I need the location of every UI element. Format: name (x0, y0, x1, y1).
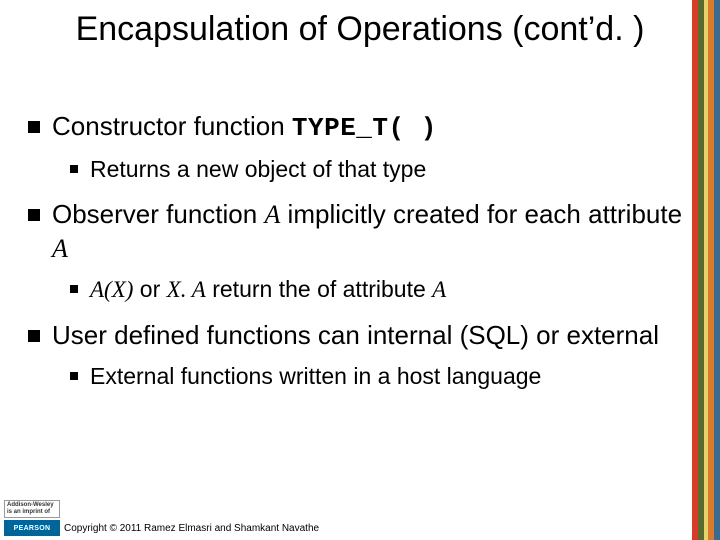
bullet-constructor: Constructor function TYPE_T( ) (28, 110, 688, 145)
italic-run: A(X) (90, 277, 133, 302)
sub-bullet: External functions written in a host lan… (70, 362, 688, 392)
square-bullet-icon (28, 209, 40, 221)
bullet-text: Observer function A implicitly created f… (52, 198, 688, 265)
logo-text: is an imprint of (7, 509, 57, 516)
bullet-text: Constructor function TYPE_T( ) (52, 110, 688, 145)
square-bullet-icon (70, 372, 78, 380)
publisher-logos: Addison-Wesley is an imprint of PEARSON (4, 500, 60, 536)
text-run: or (133, 276, 166, 302)
sub-list: A(X) or X. A return the of attribute A (70, 275, 688, 305)
bullet-user-defined: User defined functions can internal (SQL… (28, 319, 688, 352)
italic-run: X. A (167, 277, 206, 302)
slide-content: Constructor function TYPE_T( ) Returns a… (28, 110, 688, 406)
slide: Encapsulation of Operations (cont’d. ) C… (0, 0, 720, 540)
sub-list: External functions written in a host lan… (70, 362, 688, 392)
square-bullet-icon (28, 330, 40, 342)
sub-list: Returns a new object of that type (70, 155, 688, 185)
addison-wesley-logo: Addison-Wesley is an imprint of (4, 500, 60, 518)
bullet-text: User defined functions can internal (SQL… (52, 319, 688, 352)
italic-run: A (52, 234, 68, 263)
sub-bullet-text: External functions written in a host lan… (90, 362, 688, 392)
code-run: TYPE_T( ) (292, 113, 437, 143)
copyright-text: Copyright © 2011 Ramez Elmasri and Shamk… (64, 523, 319, 534)
square-bullet-icon (28, 121, 40, 133)
italic-run: A (264, 200, 280, 229)
pearson-logo: PEARSON (4, 520, 60, 536)
band-blue (714, 0, 720, 540)
square-bullet-icon (70, 285, 78, 293)
text-run: implicitly created for each attribute (280, 199, 682, 229)
bullet-observer: Observer function A implicitly created f… (28, 198, 688, 265)
sub-bullet-text: Returns a new object of that type (90, 155, 688, 185)
sub-bullet: Returns a new object of that type (70, 155, 688, 185)
sub-bullet: A(X) or X. A return the of attribute A (70, 275, 688, 305)
slide-title: Encapsulation of Operations (cont’d. ) (50, 10, 670, 49)
text-run: Observer function (52, 199, 264, 229)
italic-run: A (432, 277, 446, 302)
logo-text: Addison-Wesley (7, 502, 57, 509)
accent-bands (692, 0, 720, 540)
text-run: return the of attribute (206, 276, 432, 302)
square-bullet-icon (70, 165, 78, 173)
sub-bullet-text: A(X) or X. A return the of attribute A (90, 275, 688, 305)
text-run: Constructor function (52, 111, 292, 141)
